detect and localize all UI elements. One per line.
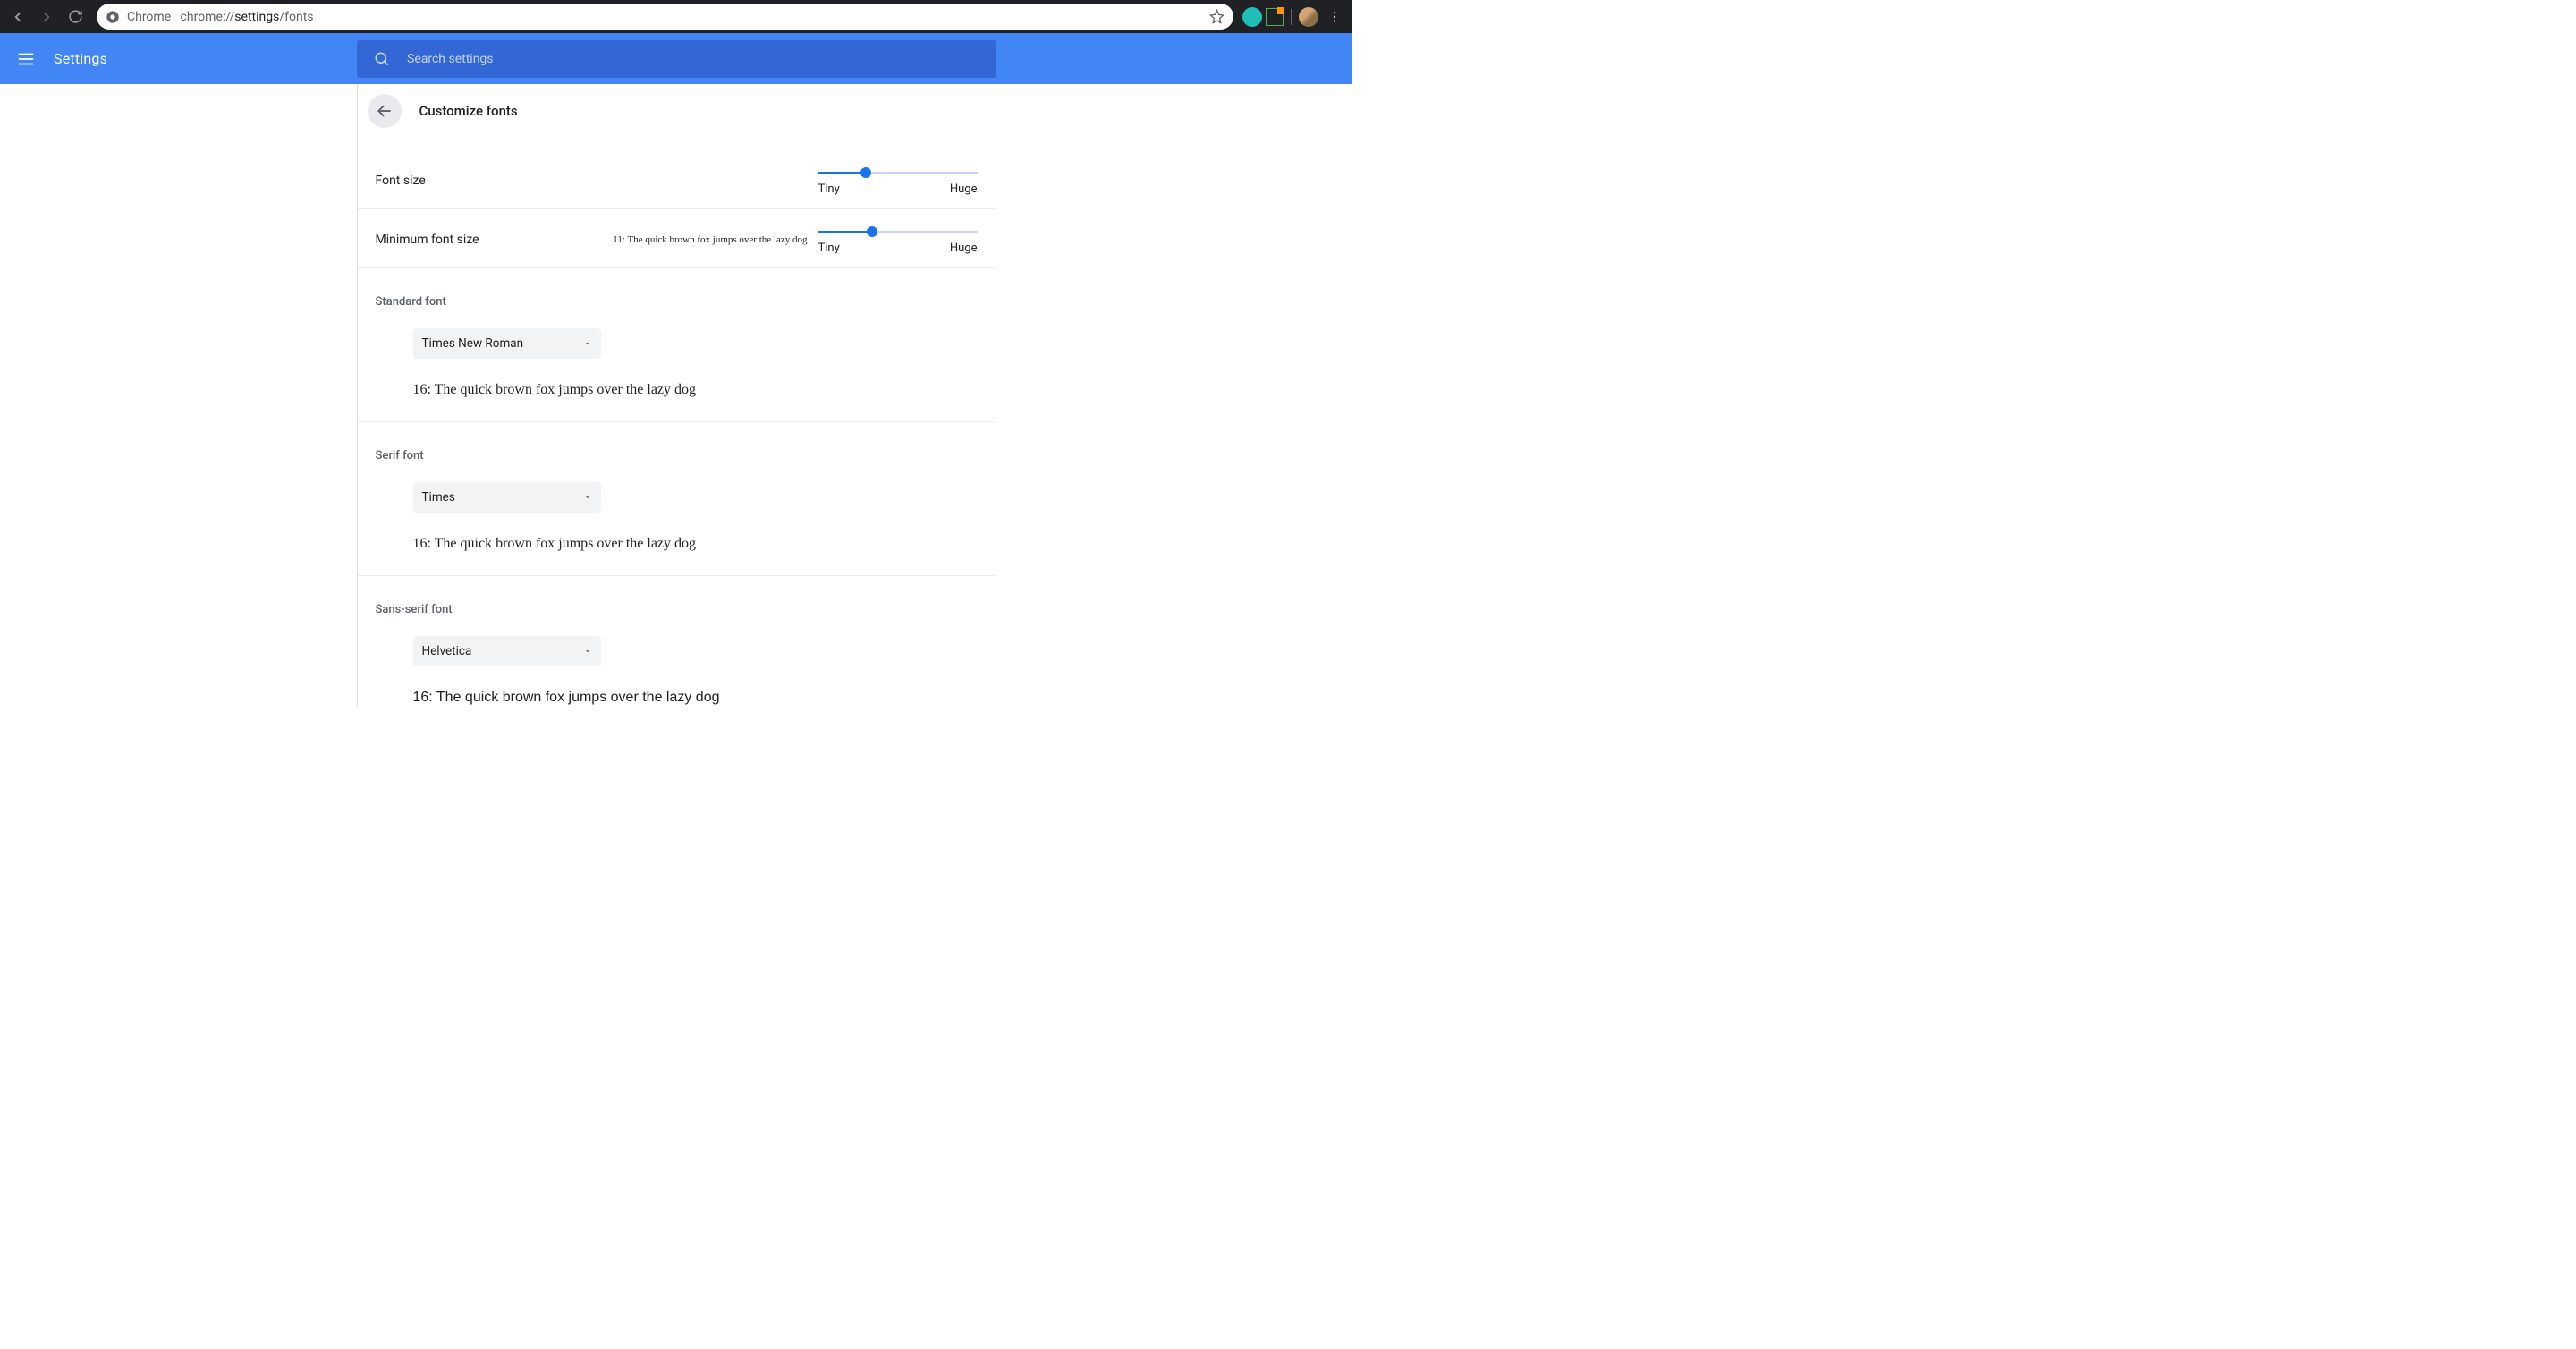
content-area: Customize fonts Font size Tiny Huge Mini… <box>0 84 1352 707</box>
search-settings-container[interactable] <box>357 40 996 78</box>
slider-huge-label: Huge <box>950 242 978 255</box>
profile-avatar[interactable] <box>1299 7 1318 27</box>
reload-button[interactable] <box>63 4 88 30</box>
serif-font-label: Serif font <box>376 449 978 462</box>
url-app-label: Chrome <box>127 10 171 24</box>
standard-font-preview: 16: The quick brown fox jumps over the l… <box>413 382 978 398</box>
minimum-font-size-row: Minimum font size 11: The quick brown fo… <box>358 209 996 268</box>
standard-font-label: Standard font <box>376 295 978 309</box>
serif-font-value: Times <box>422 490 455 505</box>
toolbar-divider <box>1291 9 1292 25</box>
serif-font-preview: 16: The quick brown fox jumps over the l… <box>413 536 978 552</box>
settings-header: Settings <box>0 33 1352 84</box>
serif-font-dropdown[interactable]: Times <box>413 482 601 513</box>
forward-button[interactable] <box>34 4 59 30</box>
extension-badge-1[interactable] <box>1242 7 1262 27</box>
hamburger-menu-icon[interactable] <box>16 49 36 69</box>
settings-card: Customize fonts Font size Tiny Huge Mini… <box>357 84 996 707</box>
minimum-font-size-slider[interactable]: Tiny Huge <box>818 224 978 255</box>
font-size-slider[interactable]: Tiny Huge <box>818 165 978 196</box>
url-text: Chrome chrome://settings/fonts <box>127 10 314 24</box>
page-title: Customize fonts <box>419 103 518 119</box>
standard-font-dropdown[interactable]: Times New Roman <box>413 328 601 359</box>
minimum-font-size-label: Minimum font size <box>376 233 479 247</box>
bookmark-star-icon[interactable] <box>1209 9 1224 24</box>
chevron-down-icon <box>583 493 592 502</box>
sans-serif-font-section: Sans-serif font Helvetica 16: The quick … <box>358 576 996 707</box>
font-size-row: Font size Tiny Huge <box>358 140 996 209</box>
browser-toolbar: Chrome chrome://settings/fonts <box>0 0 1352 33</box>
minimum-font-size-preview: 11: The quick brown fox jumps over the l… <box>613 234 807 245</box>
standard-font-section: Standard font Times New Roman 16: The qu… <box>358 268 996 422</box>
settings-title: Settings <box>54 50 107 67</box>
browser-menu-button[interactable] <box>1322 4 1347 30</box>
slider-tiny-label: Tiny <box>818 242 840 255</box>
back-arrow-button[interactable] <box>368 94 402 128</box>
address-bar[interactable]: Chrome chrome://settings/fonts <box>97 4 1233 30</box>
search-settings-input[interactable] <box>407 52 980 66</box>
sans-serif-font-value: Helvetica <box>422 644 472 658</box>
url-prefix: chrome:// <box>181 10 235 24</box>
font-size-label: Font size <box>376 174 426 188</box>
url-suffix: /fonts <box>279 10 313 24</box>
extension-badge-2[interactable] <box>1266 8 1284 26</box>
sans-serif-font-preview: 16: The quick brown fox jumps over the l… <box>413 690 978 706</box>
serif-font-section: Serif font Times 16: The quick brown fox… <box>358 422 996 576</box>
search-icon <box>373 50 391 68</box>
back-button[interactable] <box>5 4 30 30</box>
chevron-down-icon <box>583 339 592 348</box>
site-info-icon[interactable] <box>106 10 120 24</box>
slider-huge-label: Huge <box>950 182 978 196</box>
sans-serif-font-dropdown[interactable]: Helvetica <box>413 636 601 666</box>
sans-serif-font-label: Sans-serif font <box>376 603 978 616</box>
chevron-down-icon <box>583 647 592 656</box>
standard-font-value: Times New Roman <box>422 336 524 351</box>
slider-tiny-label: Tiny <box>818 182 840 196</box>
page-header: Customize fonts <box>358 84 996 140</box>
url-bold: settings <box>234 10 279 24</box>
